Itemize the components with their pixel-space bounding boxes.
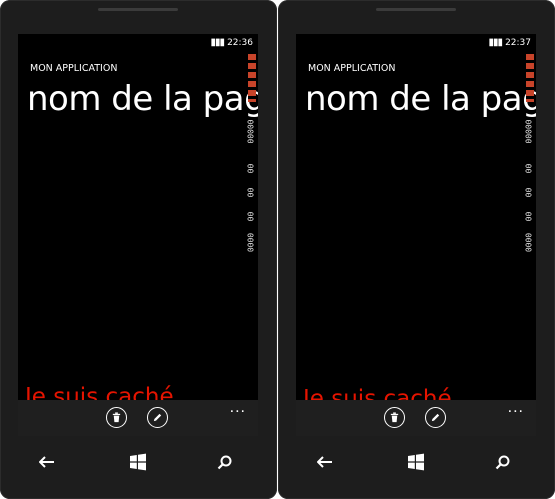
frame-rate-counters: 00000 00 00 00 0000 xyxy=(246,54,257,254)
search-icon xyxy=(495,455,509,469)
edit-button[interactable] xyxy=(147,407,168,428)
more-options-button[interactable]: ... xyxy=(508,400,524,416)
trash-icon xyxy=(390,412,399,423)
page-title: nom de la page xyxy=(305,79,536,119)
search-button[interactable] xyxy=(490,450,514,474)
start-button[interactable] xyxy=(404,450,428,474)
hardware-nav-bar xyxy=(278,446,555,476)
edit-button[interactable] xyxy=(425,407,446,428)
back-icon xyxy=(39,456,54,468)
trash-icon xyxy=(112,412,121,423)
phone-screen: ▮▮▮ 22:37 MON APPLICATION nom de la page… xyxy=(296,34,536,436)
phone-screen: ▮▮▮ 22:36 MON APPLICATION nom de la page… xyxy=(18,34,258,436)
frame-rate-counters: 00000 00 00 00 0000 xyxy=(524,54,535,254)
delete-button[interactable] xyxy=(106,407,127,428)
app-title: MON APPLICATION xyxy=(308,63,396,74)
counter-value: 0000 xyxy=(523,232,533,253)
windows-start-icon xyxy=(130,453,146,471)
speaker-grille xyxy=(376,8,456,11)
app-title: MON APPLICATION xyxy=(30,63,118,74)
more-options-button[interactable]: ... xyxy=(230,400,246,416)
windows-start-icon xyxy=(408,453,424,471)
back-button[interactable] xyxy=(35,450,59,474)
counter-value: 0000 xyxy=(245,232,255,253)
pencil-icon xyxy=(431,413,440,422)
phone-left: ▮▮▮ 22:36 MON APPLICATION nom de la page… xyxy=(0,0,277,499)
speaker-grille xyxy=(98,8,178,11)
signal-icon: ▮▮▮ xyxy=(488,37,502,48)
back-button[interactable] xyxy=(313,450,337,474)
delete-button[interactable] xyxy=(384,407,405,428)
status-clock: 22:36 xyxy=(227,38,253,48)
pencil-icon xyxy=(153,413,162,422)
application-bar: ... xyxy=(18,400,258,436)
search-button[interactable] xyxy=(212,450,236,474)
status-clock: 22:37 xyxy=(505,38,531,48)
start-button[interactable] xyxy=(126,450,150,474)
signal-icon: ▮▮▮ xyxy=(210,37,224,48)
search-icon xyxy=(217,455,231,469)
application-bar: ... xyxy=(296,400,536,436)
hardware-nav-bar xyxy=(0,446,277,476)
status-bar: ▮▮▮ 22:36 xyxy=(18,34,258,52)
status-bar: ▮▮▮ 22:37 xyxy=(296,34,536,52)
back-icon xyxy=(317,456,332,468)
phone-right: ▮▮▮ 22:37 MON APPLICATION nom de la page… xyxy=(278,0,555,499)
page-title: nom de la page xyxy=(27,79,258,119)
